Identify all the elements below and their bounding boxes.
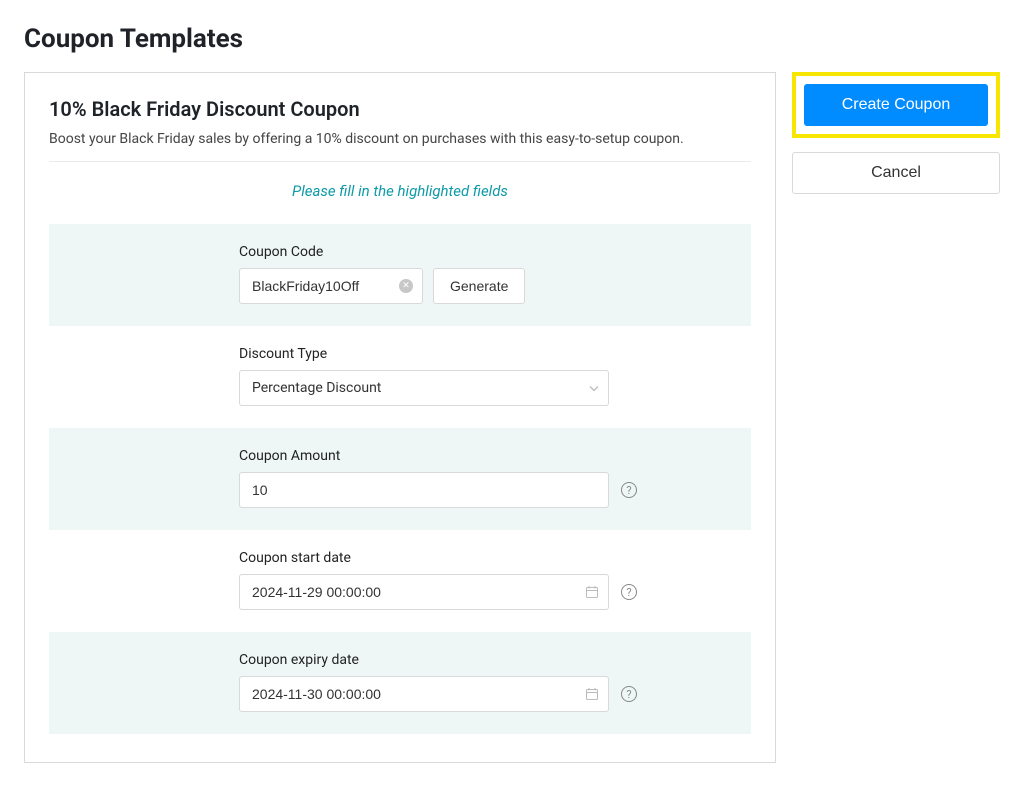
start-date-input[interactable] <box>239 574 609 610</box>
side-panel: Create Coupon Cancel <box>792 72 1000 194</box>
divider <box>49 161 751 162</box>
discount-type-select-wrap: Percentage Discount <box>239 370 609 406</box>
template-description: Boost your Black Friday sales by offerin… <box>49 131 751 147</box>
coupon-code-input[interactable] <box>239 268 423 304</box>
coupon-start-date-label: Coupon start date <box>239 550 751 566</box>
discount-type-select[interactable]: Percentage Discount <box>239 370 609 406</box>
discount-type-label: Discount Type <box>239 346 751 362</box>
coupon-amount-label: Coupon Amount <box>239 448 751 464</box>
coupon-amount-row: ? <box>239 472 751 508</box>
coupon-code-input-wrap: ✕ <box>239 268 423 304</box>
create-coupon-button[interactable]: Create Coupon <box>804 84 988 126</box>
discount-type-row: Percentage Discount <box>239 370 751 406</box>
coupon-expiry-date-label: Coupon expiry date <box>239 652 751 668</box>
coupon-amount-field: Coupon Amount ? <box>49 428 751 530</box>
help-icon[interactable]: ? <box>621 584 637 600</box>
coupon-expiry-date-row: ? <box>239 676 751 712</box>
clear-icon[interactable]: ✕ <box>399 279 413 293</box>
coupon-expiry-date-field: Coupon expiry date ? <box>49 632 751 734</box>
page-title: Coupon Templates <box>24 24 1000 54</box>
coupon-amount-input[interactable] <box>239 472 609 508</box>
start-date-input-wrap <box>239 574 609 610</box>
help-icon[interactable]: ? <box>621 686 637 702</box>
help-icon[interactable]: ? <box>621 482 637 498</box>
discount-type-value: Percentage Discount <box>252 380 381 396</box>
coupon-code-row: ✕ Generate <box>239 268 751 304</box>
template-title: 10% Black Friday Discount Coupon <box>49 97 751 121</box>
coupon-start-date-field: Coupon start date ? <box>49 530 751 632</box>
create-button-highlight: Create Coupon <box>792 72 1000 138</box>
coupon-code-label: Coupon Code <box>239 244 751 260</box>
coupon-amount-input-wrap <box>239 472 609 508</box>
discount-type-field: Discount Type Percentage Discount <box>49 326 751 428</box>
cancel-button[interactable]: Cancel <box>792 152 1000 194</box>
expiry-date-input-wrap <box>239 676 609 712</box>
layout-container: 10% Black Friday Discount Coupon Boost y… <box>24 72 1000 763</box>
coupon-code-field: Coupon Code ✕ Generate <box>49 224 751 326</box>
coupon-start-date-row: ? <box>239 574 751 610</box>
generate-button[interactable]: Generate <box>433 268 525 304</box>
coupon-template-card: 10% Black Friday Discount Coupon Boost y… <box>24 72 776 763</box>
expiry-date-input[interactable] <box>239 676 609 712</box>
validation-message: Please fill in the highlighted fields <box>49 182 751 200</box>
